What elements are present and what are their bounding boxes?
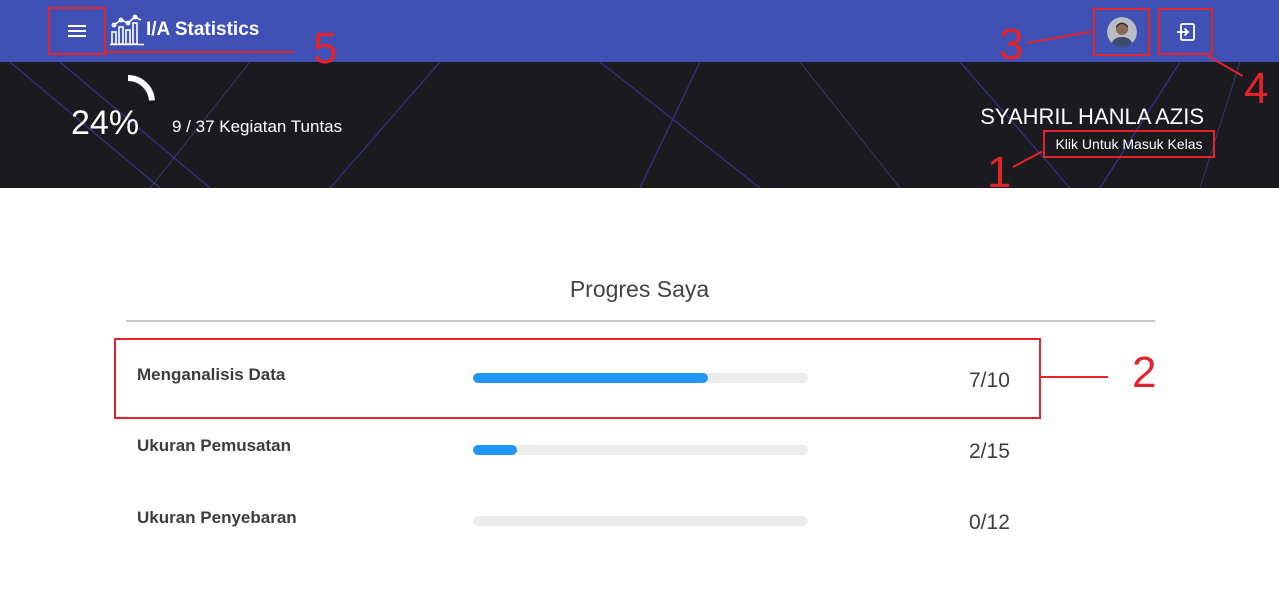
row-label: Ukuran Penyebaran bbox=[137, 508, 297, 527]
row-count: 2/15 bbox=[969, 440, 1010, 463]
menu-button[interactable] bbox=[48, 7, 106, 55]
row-count: 0/12 bbox=[969, 511, 1010, 534]
brand: I/A Statistics bbox=[110, 14, 259, 46]
enter-class-link[interactable]: Klik Untuk Masuk Kelas bbox=[1043, 130, 1215, 158]
sign-in-button[interactable] bbox=[1158, 8, 1213, 55]
progress-bar bbox=[473, 445, 808, 455]
app-title: I/A Statistics bbox=[146, 19, 260, 40]
annotation-number-3: 3 bbox=[999, 20, 1024, 69]
sign-in-icon bbox=[1176, 22, 1195, 41]
divider bbox=[126, 320, 1155, 322]
progress-bar-fill bbox=[473, 445, 517, 455]
completed-activities: 9 / 37 Kegiatan Tuntas bbox=[172, 117, 343, 136]
row-label: Ukuran Pemusatan bbox=[137, 436, 291, 455]
annotation-line-5 bbox=[106, 51, 294, 53]
section-title: Progres Saya bbox=[569, 276, 710, 302]
bar-chart-icon bbox=[110, 14, 144, 46]
progress-row[interactable]: Ukuran Penyebaran 0/12 bbox=[126, 491, 1026, 551]
avatar bbox=[1106, 17, 1137, 47]
annotation-number-1: 1 bbox=[987, 148, 1012, 197]
progress-percent: 24% bbox=[71, 104, 140, 142]
progress-banner: 24% 9 / 37 Kegiatan Tuntas SYAHRIL HANLA… bbox=[0, 62, 1279, 188]
progress-row[interactable]: Ukuran Pemusatan 2/15 bbox=[126, 420, 1026, 480]
progress-bar bbox=[473, 516, 808, 526]
annotation-number-4: 4 bbox=[1244, 64, 1269, 113]
annotation-number-2: 2 bbox=[1132, 348, 1157, 397]
annotation-number-5: 5 bbox=[313, 24, 338, 73]
annotation-line-2 bbox=[1041, 376, 1108, 378]
hamburger-menu-icon bbox=[68, 25, 86, 37]
user-name: SYAHRIL HANLA AZIS bbox=[980, 104, 1204, 129]
annotation-highlight-box bbox=[114, 338, 1041, 419]
profile-button[interactable] bbox=[1093, 8, 1150, 56]
